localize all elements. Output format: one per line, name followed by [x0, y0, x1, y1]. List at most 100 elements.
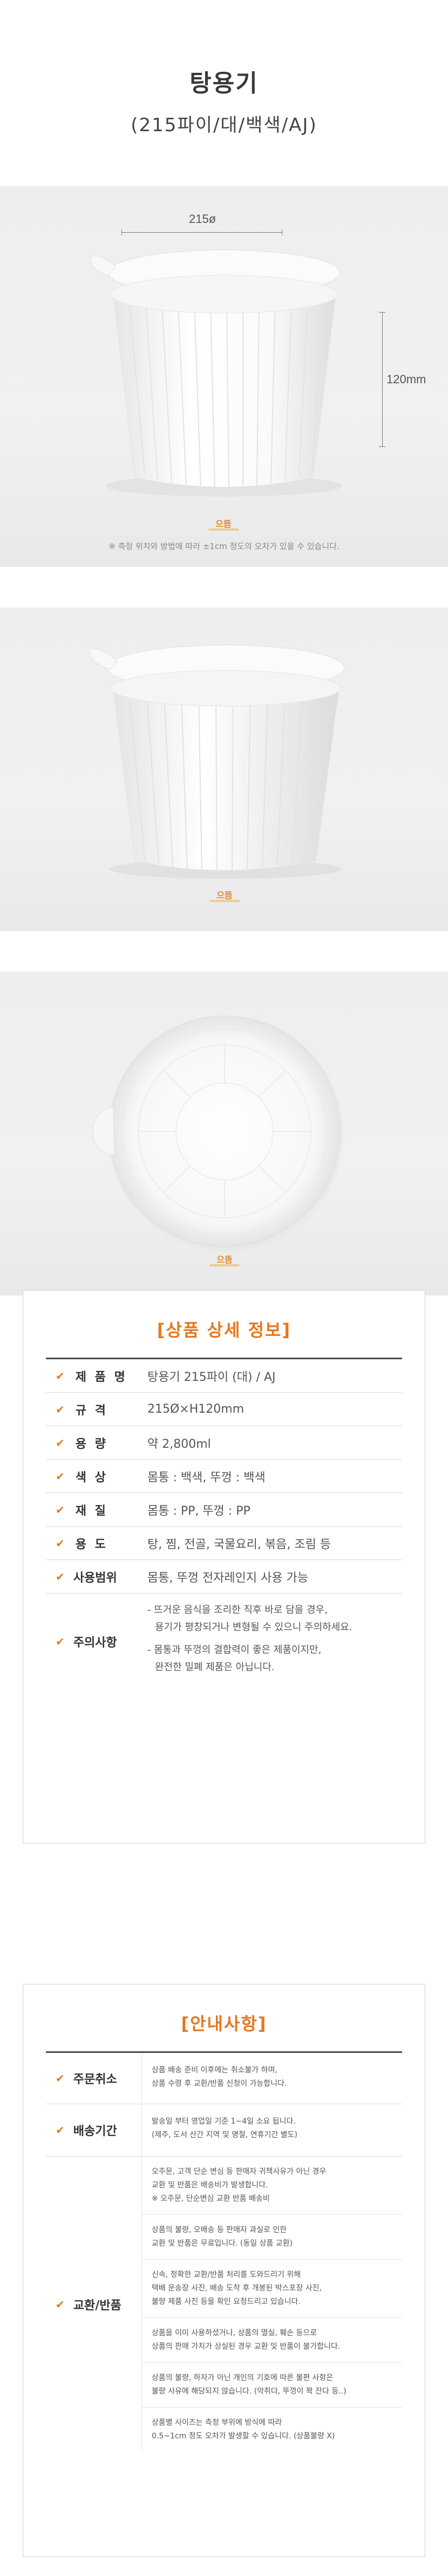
- check-icon: ✔: [56, 1503, 67, 1516]
- guide-title: [안내사항]: [181, 2014, 267, 2034]
- spec-key: 용 량: [75, 1437, 108, 1451]
- product-detail-box: [상품 상세 정보] ✔ 제 품 명 탕용기 215파이 (대) / AJ ✔ 규 …: [23, 1290, 425, 1843]
- check-icon: ✔: [56, 1402, 67, 1416]
- product-photo-top: 으뜸: [0, 972, 448, 1296]
- spec-row: ✔ 색 상 몸통 : 백색, 뚜껑 : 백색: [46, 1460, 402, 1493]
- spec-key: 제 품 명: [75, 1370, 127, 1384]
- guide-line: 교환 및 반품은 배송비가 발생합니다.: [152, 2181, 268, 2189]
- guide-line: 택배 운송장 사진, 배송 도착 후 개봉된 박스포장 사진,: [152, 2284, 322, 2293]
- spec-row: ✔ 용 도 탕, 찜, 전골, 국물요리, 볶음, 조림 등: [46, 1527, 402, 1560]
- check-icon: ✔: [56, 1469, 67, 1483]
- soup-container-side-image: [90, 249, 343, 497]
- guide-key: 배송기간: [73, 2125, 117, 2138]
- check-icon: ✔: [56, 1570, 65, 1583]
- measurement-note: ※ 측정 위치와 방법에 따라 ±1cm 정도의 오차가 있을 수 있습니다.: [108, 541, 340, 551]
- spec-value: 탕용기 215파이 (대) / AJ: [147, 1370, 276, 1384]
- page-title: 탕용기: [189, 70, 259, 97]
- spec-key: 사용범위: [73, 1571, 117, 1585]
- guide-key-cell: ✔ 교환/반품: [46, 2157, 142, 2452]
- guide-key-cell: ✔ 배송기간: [46, 2104, 142, 2156]
- guide-key-cell: ✔ 주문취소: [46, 2053, 142, 2104]
- guide-sub-block: 오주문, 고객 단순 변심 등 판매자 귀책사유가 아닌 경우 교환 및 반품은…: [142, 2157, 402, 2215]
- guide-sub-block: 상품별 사이즈는 측정 부위에 방식에 따라 0.5~1cm 정도 오차가 발생…: [142, 2408, 402, 2452]
- brand-watermark-logo-3: 으뜸: [209, 1255, 240, 1266]
- svg-text:으뜸: 으뜸: [216, 1255, 233, 1265]
- brand-watermark-logo: 으뜸: [208, 519, 239, 531]
- guide-line: 교환 및 반품은 무료입니다. (동일 상품 교환): [152, 2239, 293, 2248]
- spec-value: 몸통 : PP, 뚜껑 : PP: [147, 1504, 250, 1518]
- spec-key-cell: ✔ 용 도: [46, 1535, 142, 1552]
- spec-row: ✔ 사용범위 몸통, 뚜껑 전자레인지 사용 가능: [46, 1560, 402, 1594]
- guide-line: 불량 제품 사진 등을 확인 요청드리고 있습니다.: [152, 2297, 301, 2306]
- spec-key-cell: ✔ 규 격: [46, 1401, 142, 1418]
- guide-line: 발송일 부터 영업일 기준 1~4일 소요 됩니다.: [152, 2117, 296, 2126]
- spec-key-cell: ✔ 주의사항: [46, 1633, 142, 1650]
- guide-sub-block: 상품을 이미 사용하셨거나, 상품의 멸실, 훼손 등으로 상품의 판매 가치가…: [142, 2318, 402, 2363]
- guide-sub-block: 신속, 정확한 교환/반품 처리를 도와드리기 위해 택배 운송장 사진, 배송…: [142, 2260, 402, 2318]
- guide-line: 상품의 불량, 하자가 아닌 개인의 기호에 따른 불편 사항은: [152, 2374, 334, 2382]
- page-subtitle: (215파이/대/백색/AJ): [131, 114, 317, 136]
- spec-row: ✔ 규 격 215Ø×H120mm: [46, 1393, 402, 1426]
- section-gap: [0, 567, 448, 607]
- product-detail-title: [상품 상세 정보]: [157, 1320, 291, 1340]
- guide-line: 상품별 사이즈는 측정 부위에 방식에 따라: [152, 2418, 282, 2427]
- spec-key-cell: ✔ 제 품 명: [46, 1367, 142, 1385]
- spec-value: 탕, 찜, 전골, 국물요리, 볶음, 조림 등: [147, 1537, 331, 1551]
- caution-line: - 몸통과 뚜껑의 결합력이 좋은 제품이지만,: [147, 1644, 322, 1656]
- spec-key-cell: ✔ 색 상: [46, 1468, 142, 1485]
- product-header: 탕용기 (215파이/대/백색/AJ): [0, 0, 448, 186]
- product-detail-header: [상품 상세 정보]: [23, 1291, 425, 1359]
- guide-row-exchange: ✔ 교환/반품 오주문, 고객 단순 변심 등 판매자 귀책사유가 아닌 경우 교…: [46, 2157, 402, 2452]
- guide-value: 상품 배송 준비 이후에는 취소불가 하며, 상품 수령 후 교환/반품 신청이…: [142, 2053, 402, 2104]
- guide-line: 상품의 불량, 오배송 등 판매자 과실로 인한: [152, 2226, 287, 2234]
- guide-line: 상품의 판매 가치가 상실된 경우 교환 및 반품이 불가합니다.: [152, 2342, 341, 2351]
- product-photo-side-dimensions: 215ø 120mm 으뜸 ※ 측정 위치와 방법에 따라 ±1cm 정도의 오…: [0, 186, 448, 567]
- guide-table: ✔ 주문취소 상품 배송 준비 이후에는 취소불가 하며, 상품 수령 후 교환/…: [46, 2053, 402, 2452]
- guide-line: ※ 오주문, 단순변심 교환 반품 배송비: [152, 2194, 270, 2203]
- spec-value: 215Ø×H120mm: [147, 1402, 245, 1416]
- svg-text:으뜸: 으뜸: [216, 890, 233, 900]
- spec-row-caution: ✔ 주의사항 - 뜨거운 음식을 조리한 직후 바로 담을 경우, 용기가 평창되…: [46, 1594, 402, 1690]
- guide-header: [안내사항]: [23, 1984, 425, 2053]
- spec-row: ✔ 용 량 약 2,800ml: [46, 1426, 402, 1460]
- caution-line: 용기가 평창되거나 변형될 수 있으니 주의하세요.: [155, 1622, 352, 1633]
- guide-box: [안내사항] ✔ 주문취소 상품 배송 준비 이후에는 취소불가 하며, 상품 수…: [23, 1984, 425, 2557]
- spec-key-cell: ✔ 재 질: [46, 1501, 142, 1519]
- spec-value: 약 2,800ml: [147, 1437, 211, 1451]
- guide-line: 불량 사유에 해당되지 않습니다. (악취다, 뚜껑이 꽉 잔다 등..): [152, 2387, 347, 2396]
- spec-key-cell: ✔ 사용범위: [46, 1568, 142, 1585]
- check-icon: ✔: [56, 1635, 65, 1648]
- caution-line: - 뜨거운 음식을 조리한 직후 바로 담을 경우,: [147, 1604, 328, 1616]
- spec-table: ✔ 제 품 명 탕용기 215파이 (대) / AJ ✔ 규 격 215Ø×H120…: [46, 1359, 402, 1690]
- guide-line: 상품 배송 준비 이후에는 취소불가 하며,: [152, 2066, 277, 2075]
- guide-value-stack: 오주문, 고객 단순 변심 등 판매자 귀책사유가 아닌 경우 교환 및 반품은…: [142, 2157, 402, 2452]
- guide-key: 주문취소: [73, 2073, 117, 2086]
- spec-value: 몸통, 뚜껑 전자레인지 사용 가능: [147, 1571, 309, 1585]
- guide-line: 오주문, 고객 단순 변심 등 판매자 귀책사유가 아닌 경우: [152, 2167, 327, 2176]
- caution-text: - 뜨거운 음식을 조리한 직후 바로 담을 경우, 용기가 평창되거나 변형될…: [142, 1602, 402, 1682]
- page: 탕용기 (215파이/대/백색/AJ) 215ø 120mm 으뜸 ※ 측정 위…: [0, 0, 448, 2576]
- guide-line: 신속, 정확한 교환/반품 처리를 도와드리기 위해: [152, 2270, 301, 2279]
- section-gap-2: [0, 931, 448, 972]
- spec-key: 규 격: [75, 1404, 108, 1418]
- product-photo-side: 으뜸: [0, 607, 448, 931]
- guide-sub-block: 상품의 불량, 하자가 아닌 개인의 기호에 따른 불편 사항은 불량 사유에 …: [142, 2363, 402, 2408]
- spec-row: ✔ 제 품 명 탕용기 215파이 (대) / AJ: [46, 1359, 402, 1393]
- spec-key: 주의사항: [73, 1636, 117, 1650]
- guide-value: 발송일 부터 영업일 기준 1~4일 소요 됩니다. (제주, 도서 산간 지역…: [142, 2104, 402, 2156]
- spec-key-cell: ✔ 용 량: [46, 1434, 142, 1452]
- check-icon: ✔: [56, 1369, 67, 1382]
- guide-line: 상품을 이미 사용하셨거나, 상품의 멸실, 훼손 등으로: [152, 2329, 317, 2337]
- spec-row: ✔ 재 질 몸통 : PP, 뚜껑 : PP: [46, 1493, 402, 1527]
- brand-watermark-logo-2: 으뜸: [209, 890, 240, 902]
- guide-row-delivery: ✔ 배송기간 발송일 부터 영업일 기준 1~4일 소요 됩니다. (제주, 도서…: [46, 2104, 402, 2157]
- check-icon: ✔: [56, 2072, 65, 2085]
- guide-line: (제주, 도서 산간 지역 및 명절, 연휴기간 별도): [152, 2131, 297, 2139]
- caution-line: 완전한 밀폐 제품은 아닙니다.: [155, 1662, 275, 1673]
- soup-container-lid-top-image: [92, 1015, 343, 1251]
- spec-value: 몸통 : 백색, 뚜껑 : 백색: [147, 1470, 266, 1484]
- spec-key: 색 상: [75, 1470, 108, 1484]
- check-icon: ✔: [56, 1536, 67, 1550]
- guide-key: 교환/반품: [73, 2299, 121, 2313]
- guide-line: 상품 수령 후 교환/반품 신청이 가능합니다.: [152, 2079, 287, 2088]
